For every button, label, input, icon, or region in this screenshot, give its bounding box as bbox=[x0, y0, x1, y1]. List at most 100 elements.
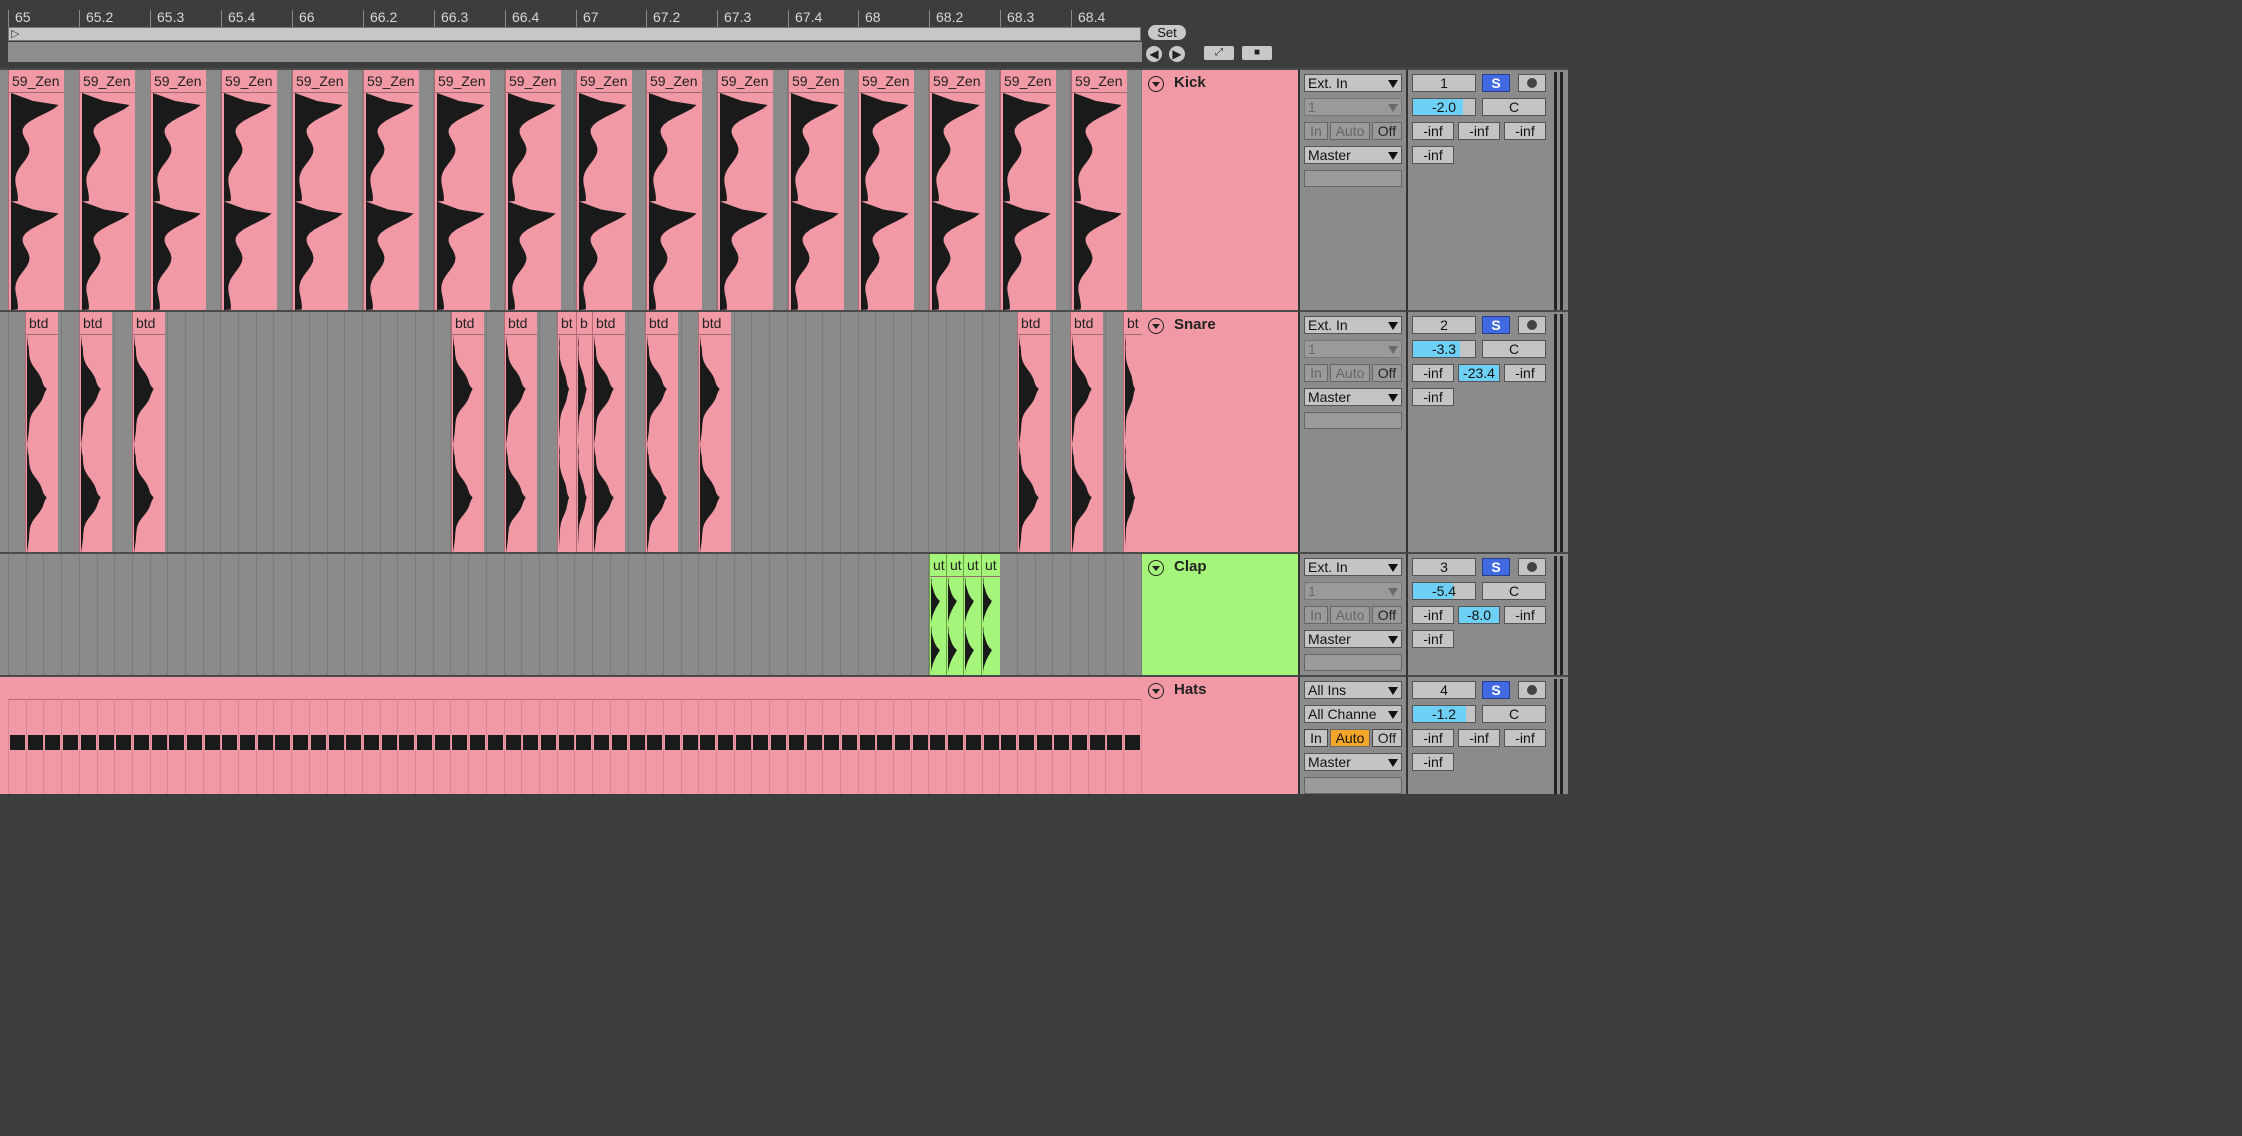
track-number[interactable]: 3 bbox=[1412, 558, 1476, 576]
record-arm-icon[interactable] bbox=[1518, 558, 1546, 576]
audio-clip[interactable]: btd bbox=[79, 312, 112, 552]
expand-icon[interactable]: ⤢ bbox=[1204, 46, 1234, 60]
pan-knob[interactable]: C bbox=[1482, 705, 1546, 723]
midi-note[interactable] bbox=[877, 735, 892, 750]
midi-note[interactable] bbox=[116, 735, 131, 750]
send-amount[interactable]: -inf bbox=[1412, 364, 1454, 382]
midi-note[interactable] bbox=[559, 735, 574, 750]
audio-clip[interactable]: 59_Zen bbox=[505, 70, 561, 310]
audio-clip[interactable]: 59_Zen bbox=[858, 70, 914, 310]
audio-clip[interactable]: bt bbox=[557, 312, 576, 552]
midi-note[interactable] bbox=[452, 735, 467, 750]
lock-icon[interactable]: ■ bbox=[1242, 46, 1272, 60]
midi-note[interactable] bbox=[1019, 735, 1034, 750]
midi-note[interactable] bbox=[222, 735, 237, 750]
send-amount[interactable]: -inf bbox=[1504, 364, 1546, 382]
midi-note[interactable] bbox=[523, 735, 538, 750]
midi-note[interactable] bbox=[630, 735, 645, 750]
track-name[interactable]: Kick bbox=[1174, 74, 1206, 91]
midi-note[interactable] bbox=[275, 735, 290, 750]
output-select[interactable]: Master bbox=[1304, 630, 1402, 648]
audio-clip[interactable]: 59_Zen bbox=[576, 70, 632, 310]
midi-note[interactable] bbox=[612, 735, 627, 750]
output-channel-select[interactable] bbox=[1304, 170, 1402, 187]
midi-note[interactable] bbox=[984, 735, 999, 750]
midi-note[interactable] bbox=[45, 735, 60, 750]
track-header-kick[interactable]: Kick bbox=[1142, 68, 1298, 310]
audio-clip[interactable]: 59_Zen bbox=[292, 70, 348, 310]
audio-clip[interactable]: 59_Zen bbox=[79, 70, 135, 310]
audio-clip[interactable]: 59_Zen bbox=[717, 70, 773, 310]
audio-clip[interactable]: ut bbox=[981, 554, 1000, 675]
midi-note[interactable] bbox=[541, 735, 556, 750]
pan-knob[interactable]: C bbox=[1482, 340, 1546, 358]
loop-bar[interactable]: ▷ bbox=[8, 27, 1141, 41]
fold-chevron-icon[interactable] bbox=[1148, 560, 1164, 576]
solo-button[interactable]: S bbox=[1482, 74, 1510, 92]
send-amount[interactable]: -inf bbox=[1412, 729, 1454, 747]
output-select[interactable]: Master bbox=[1304, 146, 1402, 164]
midi-note[interactable] bbox=[506, 735, 521, 750]
midi-note[interactable] bbox=[1072, 735, 1087, 750]
send-amount[interactable]: -inf bbox=[1504, 122, 1546, 140]
midi-note[interactable] bbox=[346, 735, 361, 750]
monitor-in-button[interactable]: In bbox=[1304, 364, 1328, 382]
midi-note[interactable] bbox=[895, 735, 910, 750]
send-amount[interactable]: -8.0 bbox=[1458, 606, 1500, 624]
monitor-in-button[interactable]: In bbox=[1304, 606, 1328, 624]
monitor-auto-button[interactable]: Auto bbox=[1330, 122, 1370, 140]
midi-note[interactable] bbox=[718, 735, 733, 750]
midi-note[interactable] bbox=[1037, 735, 1052, 750]
input-type-select[interactable]: All Ins bbox=[1304, 681, 1402, 699]
record-arm-icon[interactable] bbox=[1518, 681, 1546, 699]
midi-note[interactable] bbox=[187, 735, 202, 750]
midi-note[interactable] bbox=[10, 735, 25, 750]
midi-note[interactable] bbox=[382, 735, 397, 750]
record-arm-icon[interactable] bbox=[1518, 316, 1546, 334]
midi-note[interactable] bbox=[683, 735, 698, 750]
midi-note[interactable] bbox=[1001, 735, 1016, 750]
midi-note[interactable] bbox=[930, 735, 945, 750]
set-locator-button[interactable]: Set bbox=[1148, 25, 1186, 40]
audio-clip[interactable]: ut bbox=[963, 554, 982, 675]
audio-clip[interactable]: btd bbox=[1017, 312, 1050, 552]
fold-chevron-icon[interactable] bbox=[1148, 683, 1164, 699]
audio-clip[interactable]: btd bbox=[592, 312, 625, 552]
audio-clip[interactable]: 59_Zen bbox=[1000, 70, 1056, 310]
monitor-in-button[interactable]: In bbox=[1304, 122, 1328, 140]
midi-note[interactable] bbox=[948, 735, 963, 750]
input-channel-select[interactable]: 1 bbox=[1304, 340, 1402, 358]
midi-note[interactable] bbox=[789, 735, 804, 750]
midi-note[interactable] bbox=[1125, 735, 1140, 750]
midi-note[interactable] bbox=[860, 735, 875, 750]
audio-clip[interactable]: bt bbox=[1123, 312, 1142, 552]
volume-slider[interactable]: -2.0 bbox=[1412, 98, 1476, 116]
midi-note[interactable] bbox=[1090, 735, 1105, 750]
midi-note[interactable] bbox=[258, 735, 273, 750]
send-amount[interactable]: -inf bbox=[1504, 729, 1546, 747]
audio-clip[interactable]: btd bbox=[504, 312, 537, 552]
track-name[interactable]: Hats bbox=[1174, 681, 1207, 698]
monitor-off-button[interactable]: Off bbox=[1372, 606, 1402, 624]
midi-note[interactable] bbox=[205, 735, 220, 750]
midi-note[interactable] bbox=[700, 735, 715, 750]
track-header-snare[interactable]: Snare bbox=[1142, 310, 1298, 552]
monitor-in-button[interactable]: In bbox=[1304, 729, 1328, 747]
output-channel-select[interactable] bbox=[1304, 412, 1402, 429]
midi-note[interactable] bbox=[753, 735, 768, 750]
midi-note[interactable] bbox=[736, 735, 751, 750]
audio-clip[interactable]: btd bbox=[132, 312, 165, 552]
monitor-auto-button[interactable]: Auto bbox=[1330, 729, 1370, 747]
solo-button[interactable]: S bbox=[1482, 558, 1510, 576]
input-channel-select[interactable]: 1 bbox=[1304, 582, 1402, 600]
track-number[interactable]: 2 bbox=[1412, 316, 1476, 334]
audio-clip[interactable]: 59_Zen bbox=[788, 70, 844, 310]
track-name[interactable]: Snare bbox=[1174, 316, 1216, 333]
audio-clip[interactable]: 59_Zen bbox=[434, 70, 490, 310]
monitor-off-button[interactable]: Off bbox=[1372, 364, 1402, 382]
arrow-left-icon[interactable]: ◀ bbox=[1146, 46, 1162, 62]
send-amount[interactable]: -inf bbox=[1412, 606, 1454, 624]
midi-clip-header[interactable] bbox=[8, 677, 1142, 700]
send-amount[interactable]: -inf bbox=[1458, 729, 1500, 747]
audio-clip[interactable]: b bbox=[576, 312, 593, 552]
